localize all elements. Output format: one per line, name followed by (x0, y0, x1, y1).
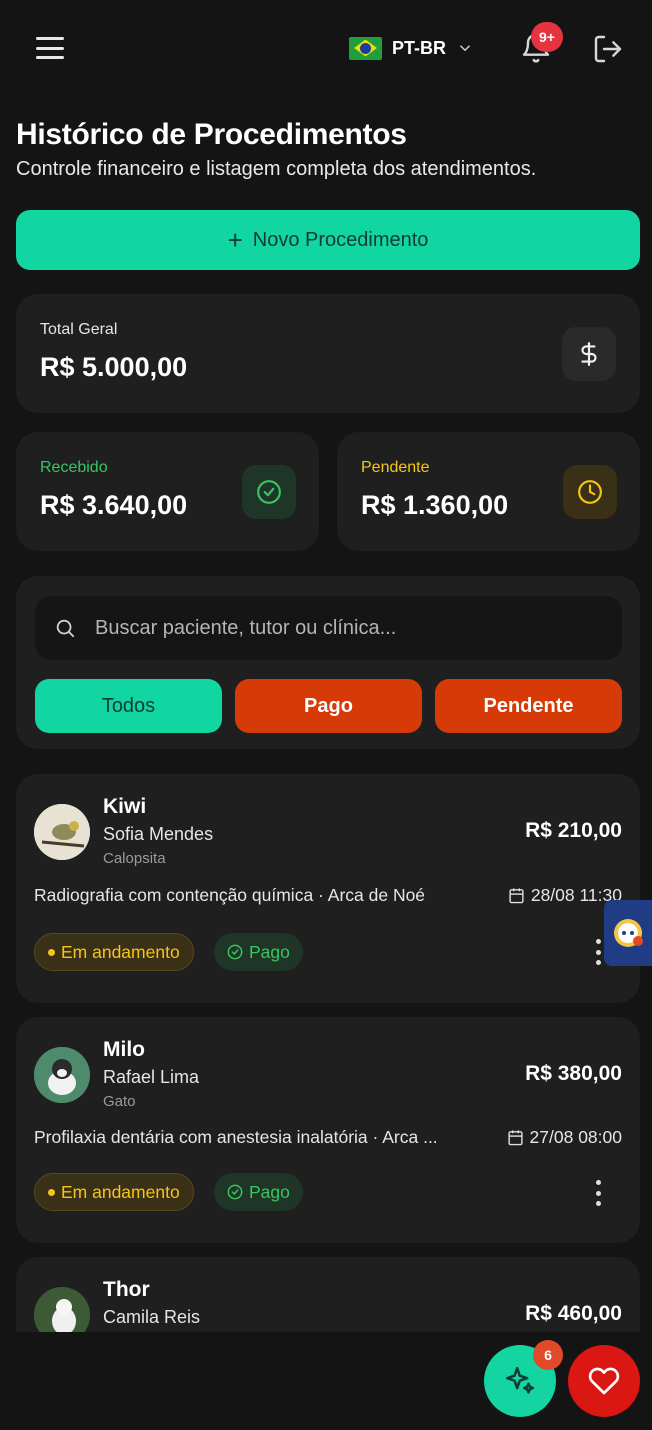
procedure-description: Profilaxia dentária com anestesia inalat… (34, 1127, 438, 1147)
received-value: R$ 3.640,00 (40, 490, 188, 520)
sparkles-icon (505, 1366, 535, 1394)
pet-name: Kiwi (103, 795, 147, 818)
pet-avatar (34, 804, 90, 860)
new-procedure-label: Novo Procedimento (252, 228, 429, 251)
filter-all-label: Todos (101, 694, 156, 717)
check-circle-icon (227, 944, 243, 960)
calendar-icon (507, 1130, 523, 1146)
filter-pending-button[interactable]: Pendente (435, 679, 622, 733)
search-icon (56, 619, 75, 638)
pending-label: Pendente (361, 459, 430, 476)
pet-species: Gato (103, 1093, 136, 1110)
total-value: R$ 5.000,00 (40, 352, 188, 382)
tutor-name: Camila Reis (103, 1307, 201, 1327)
tutor-name: Sofia Mendes (103, 824, 214, 844)
page-subtitle: Controle financeiro e listagem completa … (16, 158, 537, 180)
procedure-card[interactable]: Kiwi Sofia Mendes Calopsita R$ 210,00 Ra… (16, 774, 640, 1003)
hamburger-icon[interactable] (36, 34, 64, 62)
procedure-price: R$ 210,00 (525, 819, 622, 842)
payment-badge: Pago (214, 1173, 303, 1211)
pet-name: Thor (103, 1278, 150, 1301)
favorites-button[interactable] (568, 1345, 640, 1417)
search-box (35, 596, 622, 660)
procedure-date: 27/08 08:00 (507, 1127, 622, 1148)
brazil-flag-icon (349, 36, 382, 60)
filter-pending-label: Pendente (483, 694, 574, 717)
payment-label: Pago (249, 941, 290, 962)
clock-icon (563, 465, 617, 519)
chat-bot-icon (614, 919, 643, 947)
total-card: Total Geral R$ 5.000,00 (16, 294, 640, 413)
search-input[interactable] (95, 596, 605, 660)
filter-paid-button[interactable]: Pago (235, 679, 422, 733)
procedure-description: Radiografia com contenção química · Arca… (34, 885, 426, 905)
procedure-date-text: 27/08 08:00 (529, 1127, 622, 1147)
status-label: Em andamento (61, 1181, 180, 1202)
status-label: Em andamento (61, 941, 180, 962)
tutor-name: Rafael Lima (103, 1067, 200, 1087)
chevron-down-icon (459, 45, 471, 52)
ai-badge: 6 (533, 1340, 563, 1370)
heart-icon (588, 1367, 620, 1395)
plus-icon: + (227, 225, 243, 255)
check-circle-icon (227, 1184, 243, 1200)
pet-avatar (34, 1047, 90, 1103)
procedure-card[interactable]: Milo Rafael Lima Gato R$ 380,00 Profilax… (16, 1017, 640, 1243)
more-options-icon[interactable] (594, 1180, 602, 1206)
procedure-price: R$ 380,00 (525, 1062, 622, 1085)
language-selector[interactable]: PT-BR (349, 34, 474, 62)
dollar-icon (562, 327, 616, 381)
status-badge: Em andamento (34, 933, 194, 971)
language-label: PT-BR (392, 37, 446, 58)
status-dot-icon (48, 1188, 55, 1196)
calendar-icon (509, 888, 524, 904)
filter-paid-label: Pago (304, 694, 353, 717)
page-title: Histórico de Procedimentos (16, 118, 407, 151)
check-circle-icon (242, 465, 296, 519)
procedure-price: R$ 460,00 (525, 1302, 622, 1325)
status-badge: Em andamento (34, 1173, 194, 1211)
new-procedure-button[interactable]: + Novo Procedimento (16, 210, 640, 270)
notification-badge: 9+ (531, 22, 563, 52)
pet-name: Milo (103, 1038, 145, 1061)
side-widget-button[interactable] (604, 900, 652, 966)
received-card: Recebido R$ 3.640,00 (16, 432, 319, 551)
filter-all-button[interactable]: Todos (35, 679, 222, 733)
pending-card: Pendente R$ 1.360,00 (337, 432, 640, 551)
pending-value: R$ 1.360,00 (361, 490, 509, 520)
top-bar: PT-BR 9+ (0, 0, 652, 98)
total-label: Total Geral (40, 321, 118, 338)
more-options-icon[interactable] (594, 939, 602, 965)
received-label: Recebido (40, 459, 108, 476)
pet-species: Calopsita (103, 850, 166, 867)
payment-label: Pago (249, 1181, 290, 1202)
payment-badge: Pago (214, 933, 303, 971)
logout-icon[interactable] (592, 33, 624, 65)
status-dot-icon (48, 948, 55, 956)
